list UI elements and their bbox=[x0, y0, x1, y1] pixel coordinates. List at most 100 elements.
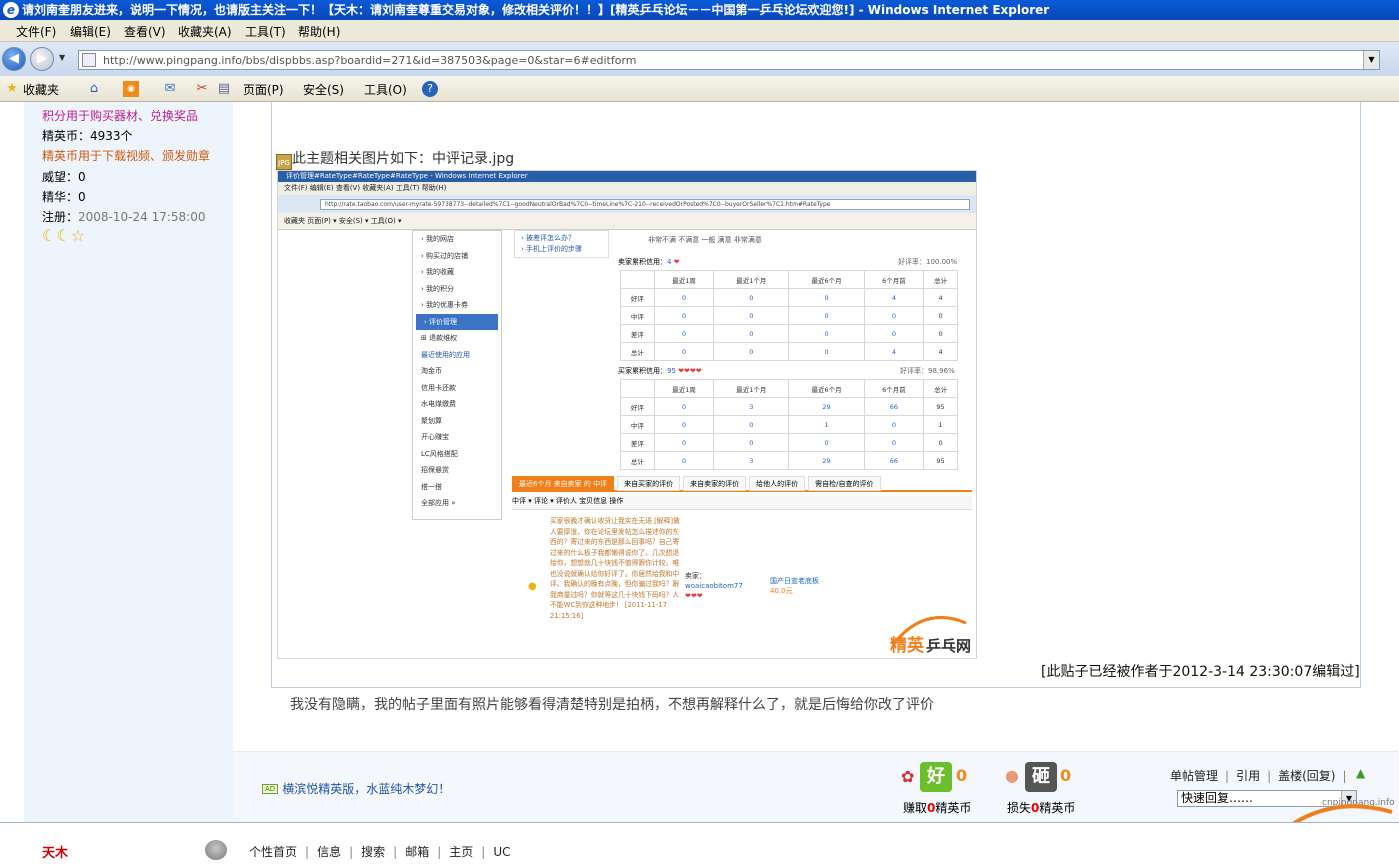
prestige: 威望：0 bbox=[42, 170, 86, 184]
menu-tools[interactable]: 工具(T) bbox=[245, 23, 286, 40]
menu-view[interactable]: 查看(V) bbox=[124, 23, 166, 40]
safety-menu-button[interactable]: 安全(S) bbox=[303, 81, 344, 98]
research-icon[interactable]: ✂ bbox=[194, 81, 210, 97]
attached-screenshot[interactable]: 评价管理#RateType#RateType#RateType - Window… bbox=[277, 170, 977, 659]
uc-link[interactable]: UC bbox=[493, 845, 510, 859]
user-links: 个性首页 | 信息 | 搜索 | 邮箱 | 主页 | UC bbox=[249, 845, 511, 859]
homepage-link[interactable]: 主页 bbox=[449, 845, 473, 859]
rank-moon-stars-icon: ☾☾☆ bbox=[42, 226, 86, 245]
svg-text:乒乓网: 乒乓网 bbox=[926, 637, 971, 655]
shot-watermark-logo: 精英 乒乓网 bbox=[890, 615, 971, 656]
shot-item-price: 40.0元 bbox=[770, 587, 793, 595]
menu-favorites[interactable]: 收藏夹(A) bbox=[178, 23, 232, 40]
next-post-author[interactable]: 天木 bbox=[42, 842, 68, 861]
mailbox-link[interactable]: 邮箱 bbox=[405, 845, 429, 859]
shot-seller-label: 卖家： bbox=[685, 572, 706, 580]
ad-badge: AD bbox=[262, 784, 279, 794]
shot-address-area: http://rate.taobao.com/user-myrate-59738… bbox=[278, 195, 976, 213]
home-icon[interactable]: ⌂ bbox=[86, 81, 102, 97]
quick-reply-value: 快速回复…… bbox=[1181, 791, 1254, 805]
shot-side-item: LC风格搭配 bbox=[421, 449, 458, 458]
menu-file[interactable]: 文件(F) bbox=[16, 23, 56, 40]
help-icon[interactable]: ? bbox=[422, 81, 438, 97]
shot-side-item: › 我的积分 bbox=[421, 284, 455, 293]
bad-label: 损失0精英币 bbox=[1007, 801, 1076, 815]
pig-icon: ● bbox=[1005, 766, 1019, 785]
shot-rating-header: 非常不满 不满意 一般 满意 非常满意 bbox=[648, 236, 762, 244]
coins-count: 精英币：4933个 bbox=[42, 129, 133, 143]
address-input[interactable]: http://www.pingpang.info/bbs/dispbbs.asp… bbox=[78, 50, 1380, 70]
shot-tab-active: 最近6个月 来自卖家 的 中评 bbox=[512, 476, 615, 491]
ad-link[interactable]: 横滨悦精英版，水蓝纯木梦幻！ bbox=[282, 782, 450, 796]
window-title: 请刘南奎朋友进来，说明一下情况，也请版主关注一下！【天木：请刘南奎尊重交易对象，… bbox=[22, 3, 1050, 17]
history-dropdown-icon[interactable]: ▼ bbox=[59, 53, 65, 62]
bad-face-icon[interactable]: 砸 bbox=[1025, 762, 1057, 792]
good-face-icon[interactable]: 好 bbox=[920, 762, 952, 792]
shot-side-item-selected: › 评价管理 bbox=[416, 313, 498, 330]
shot-tab: 来自买家的评价 bbox=[617, 476, 681, 491]
manage-post-link[interactable]: 单帖管理 bbox=[1170, 769, 1218, 783]
reply-link[interactable]: 盖楼(回复) bbox=[1278, 769, 1335, 783]
bad-count: 0 bbox=[1060, 766, 1072, 785]
post-action-links: 单帖管理 | 引用 | 盖楼(回复) | bbox=[1170, 769, 1347, 783]
shot-side-item: ⊞ 退款维权 bbox=[421, 334, 458, 342]
shot-side-item: 全部应用 » bbox=[421, 499, 456, 507]
ad-link-row[interactable]: AD 横滨悦精英版，水蓝纯木梦幻！ bbox=[262, 780, 450, 797]
star-icon: ★ bbox=[6, 81, 18, 96]
info-link[interactable]: 信息 bbox=[317, 845, 341, 859]
favorites-button[interactable]: 收藏夹 bbox=[23, 81, 59, 98]
shot-neutral-icon: ● bbox=[528, 581, 537, 592]
shot-help-link: › 被差评怎么办？ bbox=[521, 234, 576, 242]
print-icon[interactable]: ▤ bbox=[216, 81, 232, 97]
image-caption-text: 此主题相关图片如下：中评记录.jpg bbox=[292, 151, 515, 167]
tools-menu-button[interactable]: 工具(O) bbox=[364, 81, 407, 98]
address-dropdown-icon[interactable]: ▼ bbox=[1363, 51, 1379, 69]
forward-button[interactable]: ▶ bbox=[30, 47, 54, 71]
shot-buyer-credit-row: 买家累积信用：95 ❤❤❤❤ bbox=[618, 367, 702, 375]
read-mail-icon[interactable]: ✉ bbox=[162, 81, 178, 97]
shot-seller-rate: 好评率：100.00% bbox=[898, 258, 958, 266]
register-label: 注册： bbox=[42, 210, 79, 224]
rss-icon[interactable]: ◉ bbox=[123, 81, 139, 97]
shot-seller-credit-row: 卖家累积信用：4 ❤ bbox=[618, 258, 680, 266]
shot-tab: 需自检/自查的评价 bbox=[808, 476, 881, 491]
command-bar: ★ 收藏夹 ⌂ ◉ ✉ ✂ ▤ 页面(P) 安全(S) 工具(O) ? bbox=[0, 76, 1399, 102]
shot-side-item: 信用卡还款 bbox=[421, 383, 456, 392]
shot-seller-info: 卖家： woaicaobitom77 ❤❤❤ bbox=[685, 571, 743, 601]
back-to-top-icon[interactable]: ▲ bbox=[1356, 766, 1365, 780]
shot-tab: 给他人的评价 bbox=[749, 476, 806, 491]
register-date: 2008-10-24 17:58:00 bbox=[78, 210, 206, 224]
shot-side-item: › 我的优惠卡券 bbox=[421, 301, 469, 309]
shot-url: http://rate.taobao.com/user-myrate-59738… bbox=[320, 199, 970, 210]
post-body: 我没有隐瞒，我的帖子里面有照片能够看得清楚特别是拍柄，不想再解释什么了，就是后悔… bbox=[290, 697, 934, 713]
search-link[interactable]: 搜索 bbox=[361, 845, 385, 859]
ie-logo-icon: e bbox=[3, 2, 19, 18]
shot-seller-hearts: ❤❤❤ bbox=[685, 592, 703, 600]
shot-buyer-table: 最近1周 最近1个月 最近6个月 6个月前 总计 好评 0 3 29 66 95 中评 0 0 1 0 1 … bbox=[620, 379, 958, 470]
shot-side-item: › 我的收藏 bbox=[421, 268, 455, 276]
menu-edit[interactable]: 编辑(E) bbox=[70, 23, 111, 40]
page-menu-button[interactable]: 页面(P) bbox=[243, 81, 284, 98]
points-note: 积分用于购买器材、兑换奖品 bbox=[42, 109, 199, 123]
menu-help[interactable]: 帮助(H) bbox=[298, 23, 340, 40]
rose-icon: ✿ bbox=[901, 767, 915, 786]
shot-favbar: 收藏夹 页面(P) ▾ 安全(S) ▾ 工具(O) ▾ bbox=[278, 213, 976, 230]
coins-note: 精英币用于下载视频、颁发勋章 bbox=[42, 149, 211, 163]
good-label: 赚取0精英币 bbox=[903, 801, 972, 815]
shot-help-link: › 手机上评价的步骤 bbox=[521, 245, 583, 253]
menu-bar: 文件(F) 编辑(E) 查看(V) 收藏夹(A) 工具(T) 帮助(H) bbox=[0, 20, 1399, 42]
jpg-file-icon: JPG bbox=[276, 154, 292, 170]
url-text: http://www.pingpang.info/bbs/dispbbs.asp… bbox=[103, 54, 637, 67]
shot-help-links: › 被差评怎么办？ › 手机上评价的步骤 bbox=[514, 230, 609, 258]
shot-buyer-credit-label: 买家累积信用： bbox=[618, 367, 667, 375]
shot-tab: 来自卖家的评价 bbox=[683, 476, 747, 491]
quote-link[interactable]: 引用 bbox=[1236, 769, 1260, 783]
page-icon bbox=[82, 53, 96, 67]
back-button[interactable]: ◀ bbox=[2, 47, 26, 71]
author-avatar-icon[interactable] bbox=[205, 840, 227, 860]
shot-side-item: 聚划算 bbox=[421, 416, 442, 425]
shot-list-header: 中评 ▾ 评论 ▾ 评价人 宝贝信息 操作 bbox=[512, 496, 972, 510]
profile-link[interactable]: 个性首页 bbox=[249, 845, 297, 859]
window-titlebar: e 请刘南奎朋友进来，说明一下情况，也请版主关注一下！【天木：请刘南奎尊重交易对… bbox=[0, 0, 1399, 20]
shot-item-name: 国产日宣老底板 bbox=[770, 577, 819, 585]
